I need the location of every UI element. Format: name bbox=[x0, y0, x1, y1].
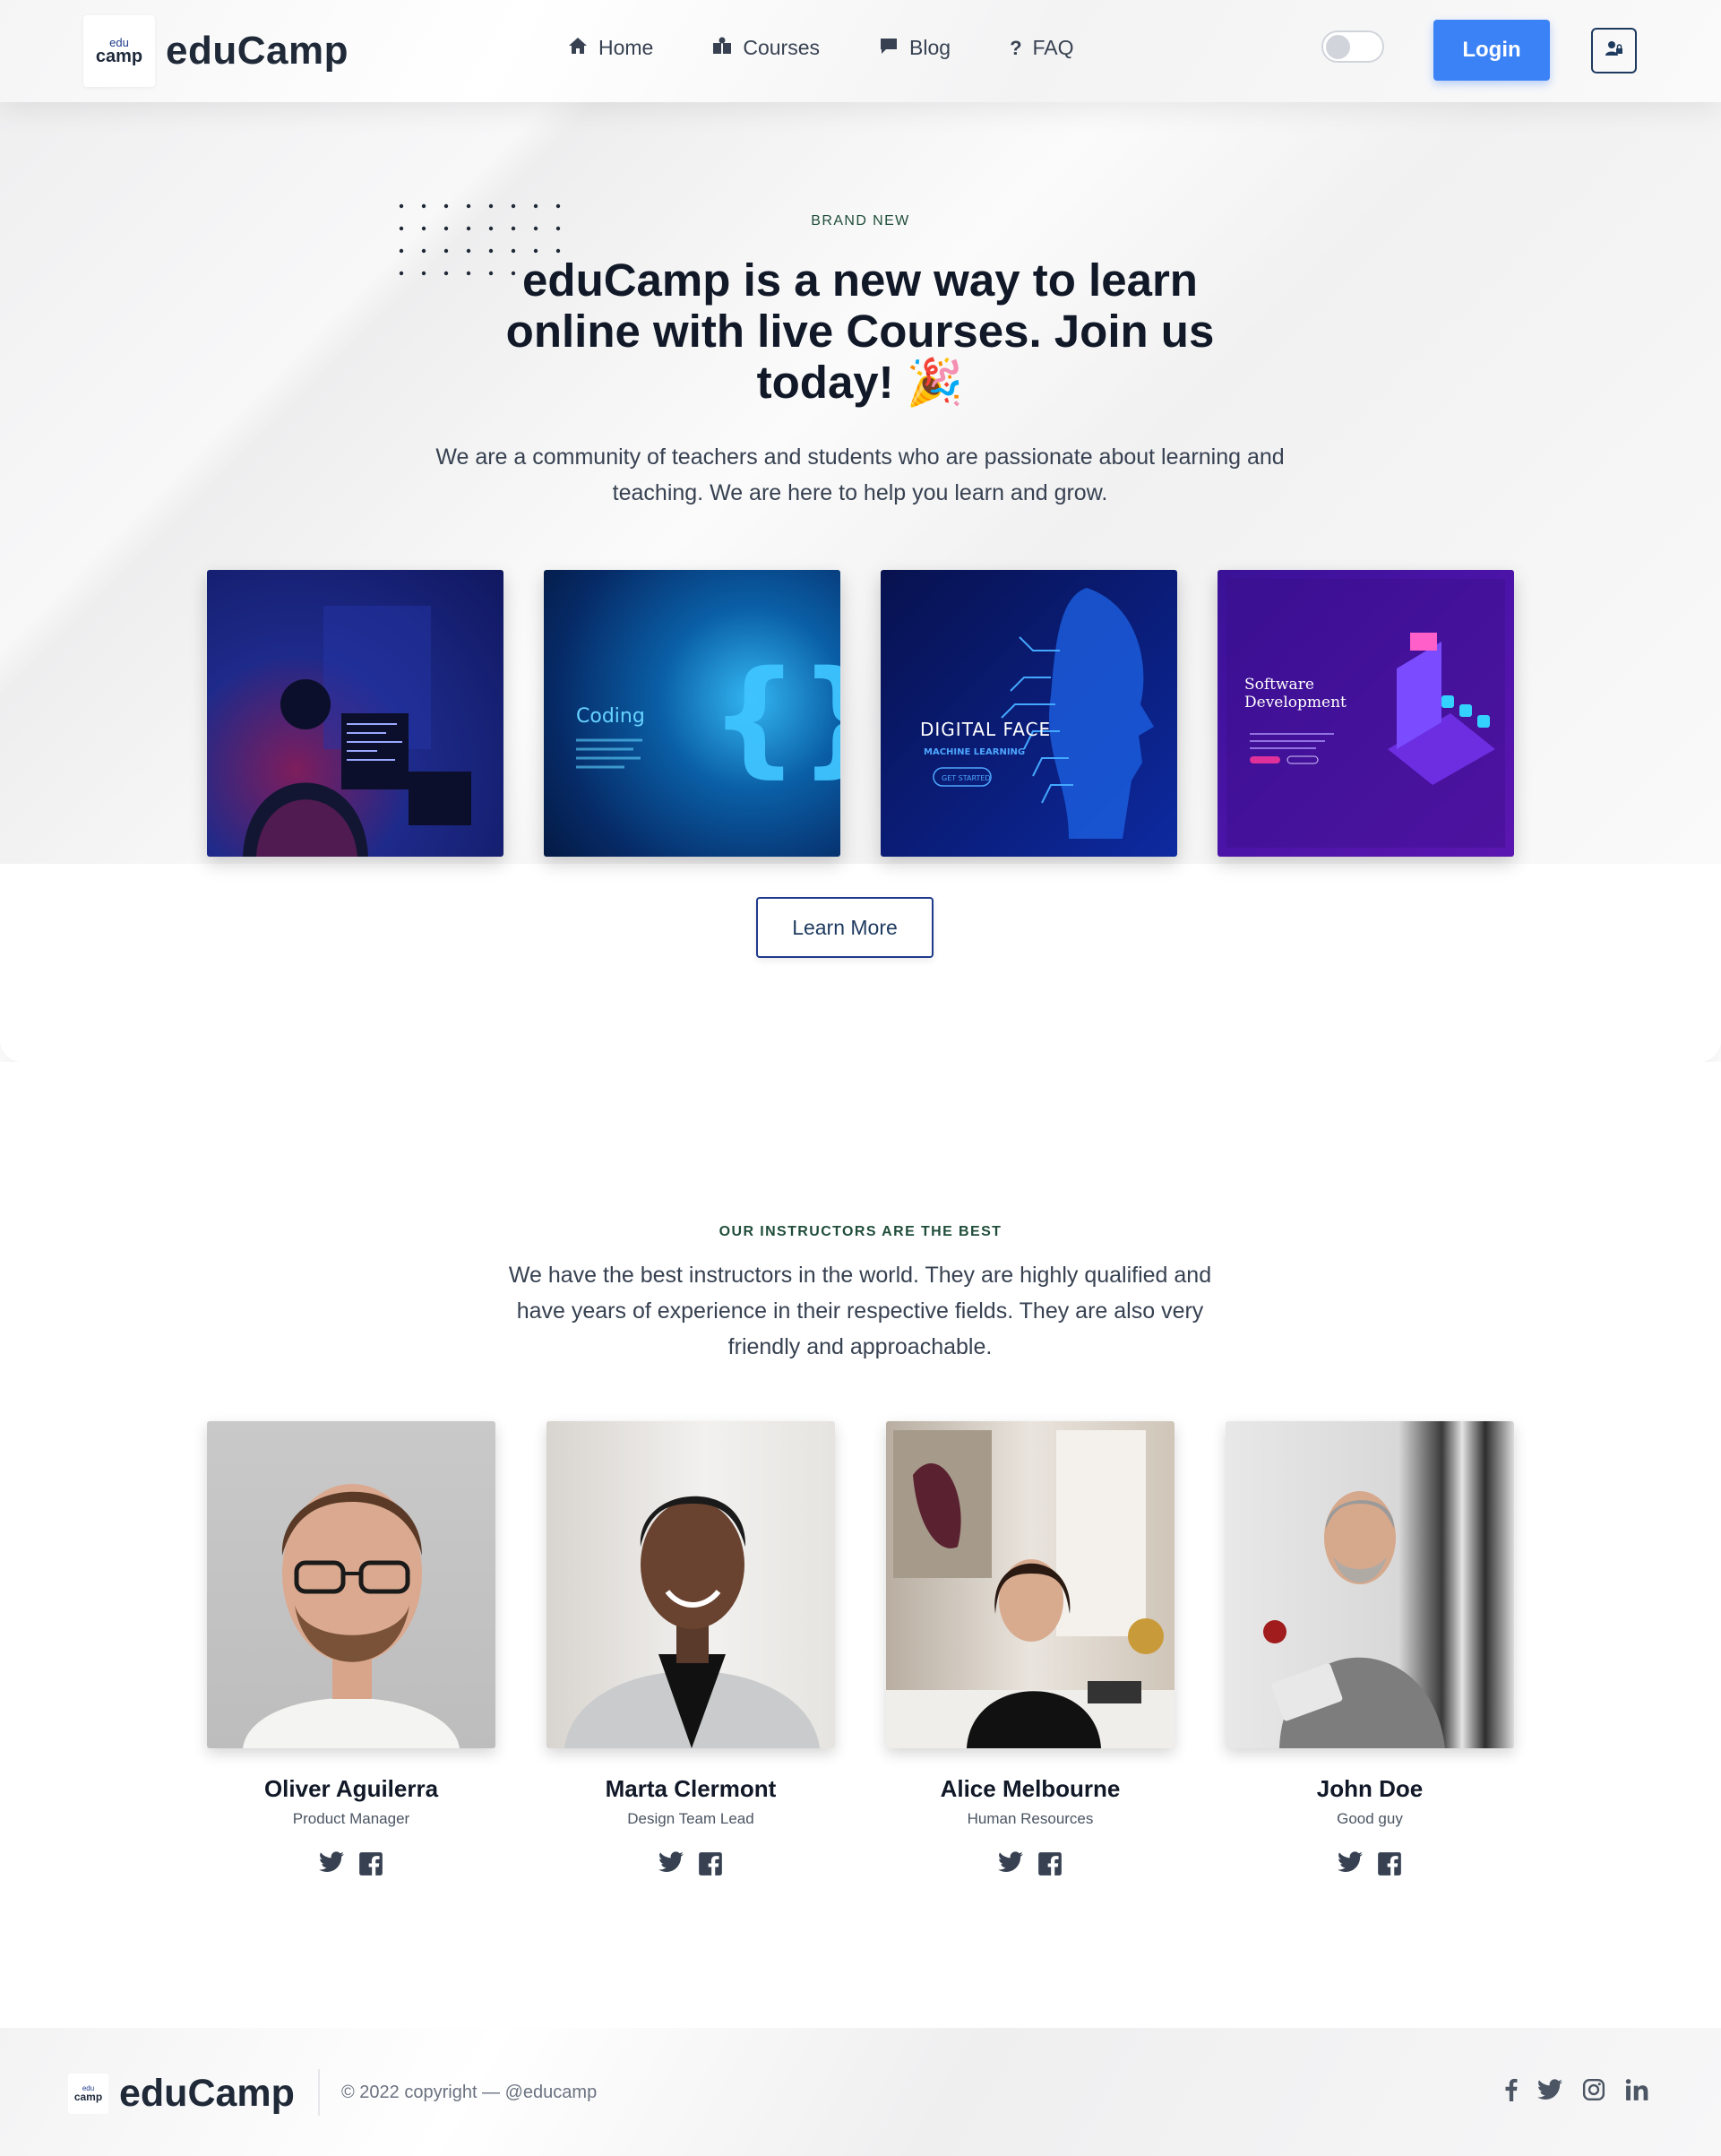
instructors-description: We have the best instructors in the worl… bbox=[508, 1263, 1212, 1359]
instructor-role: Product Manager bbox=[292, 1810, 410, 1827]
instructor-card: John Doe Good guy bbox=[1226, 1421, 1514, 1881]
digital-face-cta: GET STARTED bbox=[942, 774, 991, 782]
linkedin-icon[interactable] bbox=[1625, 2078, 1648, 2101]
hero-section: BRAND NEW eduCamp is a new way to learn … bbox=[0, 102, 1721, 1062]
instructor-photo bbox=[1226, 1421, 1514, 1748]
software-dev-illustration: Software Development bbox=[1226, 579, 1505, 848]
nav-blog-label: Blog bbox=[909, 36, 951, 59]
instructor-name: John Doe bbox=[1316, 1775, 1424, 1802]
footer-brand-name: eduCamp bbox=[119, 2072, 295, 2115]
twitter-icon[interactable] bbox=[319, 1851, 344, 1881]
digital-face-sub: MACHINE LEARNING bbox=[924, 747, 1025, 757]
top-navbar: edu camp eduCamp Home Courses Blog ? FAQ bbox=[0, 0, 1721, 102]
instructor-photo bbox=[886, 1421, 1175, 1748]
instructors-eyebrow: OUR INSTRUCTORS ARE THE BEST bbox=[719, 1224, 1002, 1239]
instructors-section: OUR INSTRUCTORS ARE THE BEST We have the… bbox=[0, 1062, 1721, 1979]
instructor-social bbox=[886, 1851, 1175, 1881]
nav-home[interactable]: Home bbox=[568, 36, 653, 60]
instructor-photo bbox=[546, 1421, 835, 1748]
instructor-card: Oliver Aguilerra Product Manager bbox=[207, 1421, 495, 1881]
footer-logo: edu camp bbox=[68, 2074, 108, 2114]
braces-icon: {} bbox=[710, 644, 840, 790]
instructor-card: Marta Clermont Design Team Lead bbox=[546, 1421, 835, 1881]
nav-courses-label: Courses bbox=[743, 36, 821, 59]
instructor-role: Human Resources bbox=[967, 1810, 1094, 1827]
twitter-icon[interactable] bbox=[1338, 1851, 1363, 1881]
nav-courses[interactable]: Courses bbox=[712, 36, 820, 60]
footer-divider bbox=[318, 2069, 320, 2116]
instagram-icon[interactable] bbox=[1582, 2078, 1605, 2101]
instructor-name: Oliver Aguilerra bbox=[263, 1775, 439, 1802]
nav-faq[interactable]: ? FAQ bbox=[1010, 36, 1073, 60]
hero-eyebrow: BRAND NEW bbox=[811, 213, 910, 229]
instructor-social bbox=[546, 1851, 835, 1881]
instructor-social bbox=[1226, 1851, 1514, 1881]
twitter-icon[interactable] bbox=[1537, 2079, 1562, 2100]
instructor-role: Good guy bbox=[1337, 1810, 1403, 1827]
software-dev-title: Software Development bbox=[1244, 676, 1347, 711]
digital-face-title: DIGITAL FACE bbox=[920, 719, 1051, 740]
footer-social bbox=[1505, 2078, 1668, 2101]
nav-blog[interactable]: Blog bbox=[879, 36, 951, 60]
instructor-role: Design Team Lead bbox=[627, 1810, 754, 1827]
brand[interactable]: edu camp eduCamp bbox=[83, 15, 349, 87]
footer-logo-bottom: camp bbox=[73, 2091, 103, 2103]
question-icon: ? bbox=[1010, 36, 1022, 59]
facebook-icon[interactable] bbox=[1505, 2078, 1518, 2101]
instructor-card: Alice Melbourne Human Resources bbox=[886, 1421, 1175, 1881]
facebook-square-icon[interactable] bbox=[698, 1851, 723, 1881]
login-button[interactable]: Login bbox=[1433, 20, 1550, 81]
instructor-photo bbox=[207, 1421, 495, 1748]
twitter-icon[interactable] bbox=[658, 1851, 684, 1881]
facebook-square-icon[interactable] bbox=[358, 1851, 383, 1881]
learn-more-button[interactable]: Learn More bbox=[756, 897, 934, 958]
nav-home-label: Home bbox=[598, 36, 654, 59]
instructor-name: Alice Melbourne bbox=[940, 1775, 1121, 1802]
coding-illustration: Coding {} bbox=[576, 644, 840, 790]
party-popper-icon: 🎉 bbox=[906, 357, 964, 408]
footer: edu camp eduCamp © 2022 copyright — @edu… bbox=[0, 2028, 1721, 2156]
blog-icon bbox=[879, 37, 899, 60]
course-tile-coding[interactable]: Coding {} bbox=[544, 570, 840, 857]
theme-toggle[interactable] bbox=[1321, 30, 1384, 63]
course-tile-programmer[interactable] bbox=[207, 570, 503, 857]
programmer-illustration bbox=[243, 606, 471, 857]
logo-text-bottom: camp bbox=[95, 47, 143, 66]
course-tile-digital-face[interactable]: DIGITAL FACE MACHINE LEARNING GET STARTE… bbox=[881, 570, 1177, 857]
coding-tile-label: Coding bbox=[576, 705, 645, 728]
home-icon bbox=[568, 37, 588, 60]
toggle-knob bbox=[1326, 35, 1350, 59]
hero-description: We are a community of teachers and stude… bbox=[435, 444, 1285, 505]
user-account-button[interactable] bbox=[1591, 28, 1637, 73]
facebook-square-icon[interactable] bbox=[1377, 1851, 1402, 1881]
main-nav: Home Courses Blog ? FAQ bbox=[568, 36, 1133, 60]
footer-copyright: © 2022 copyright — @educamp bbox=[341, 2083, 598, 2102]
digital-face-illustration: DIGITAL FACE MACHINE LEARNING GET STARTE… bbox=[920, 588, 1154, 839]
hero-title-text: eduCamp is a new way to learn online wit… bbox=[505, 254, 1215, 408]
facebook-square-icon[interactable] bbox=[1037, 1851, 1063, 1881]
twitter-icon[interactable] bbox=[998, 1851, 1023, 1881]
hero-title: eduCamp is a new way to learn online wit… bbox=[502, 254, 1218, 408]
footer-brand[interactable]: edu camp eduCamp bbox=[68, 2072, 295, 2116]
instructor-name: Marta Clermont bbox=[605, 1775, 777, 1802]
nav-faq-label: FAQ bbox=[1032, 36, 1074, 59]
courses-icon bbox=[712, 37, 732, 60]
instructor-social bbox=[207, 1851, 495, 1881]
brand-logo: edu camp bbox=[83, 15, 155, 87]
brand-name: eduCamp bbox=[166, 29, 349, 73]
user-lock-icon bbox=[1605, 40, 1623, 61]
course-tile-software-dev[interactable]: Software Development bbox=[1218, 570, 1514, 857]
